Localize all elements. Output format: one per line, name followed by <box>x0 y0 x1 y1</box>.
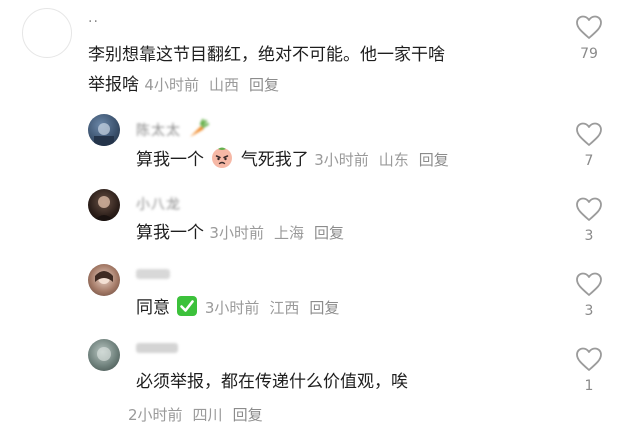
reply-location: 山东 <box>378 151 409 169</box>
reply-button[interactable]: 回复 <box>419 151 449 169</box>
like-count: 79 <box>580 46 598 62</box>
angry-face-emoji <box>212 147 233 168</box>
avatar[interactable] <box>88 114 120 146</box>
avatar[interactable] <box>88 189 120 221</box>
comment-text-line1: 李别想靠这节目翻红，绝对不可能。他一家干啥 <box>88 45 445 65</box>
comment-text-line2: 举报啥 <box>88 75 139 95</box>
heart-outline-icon <box>576 347 602 371</box>
reply-text-row: 算我一个 气死我了 3小时前 山东 回复 <box>136 145 459 174</box>
reply-username[interactable] <box>136 343 178 353</box>
avatar-image <box>94 196 114 221</box>
comment-meta: 4小时前 山西 回复 <box>144 76 289 94</box>
reply-button[interactable]: 回复 <box>309 299 339 317</box>
reply-text-row: 算我一个 3小时前 上海 回复 <box>136 220 354 247</box>
avatar[interactable] <box>22 8 72 58</box>
like-count: 1 <box>584 378 594 394</box>
like-button[interactable]: 3 <box>569 271 609 319</box>
reply-meta: 3小时前 江西 回复 <box>205 299 350 317</box>
avatar-image <box>94 123 114 146</box>
carrot-icon <box>190 119 210 137</box>
reply-text: 算我一个 <box>136 223 204 243</box>
check-mark-emoji <box>177 296 198 316</box>
reply-time: 2小时前 <box>128 406 183 424</box>
reply-time: 3小时前 <box>314 151 369 169</box>
comment-time: 4小时前 <box>144 76 199 94</box>
comment-location: 山西 <box>208 76 239 94</box>
like-count: 3 <box>584 303 594 319</box>
reply-button[interactable]: 回复 <box>233 406 263 424</box>
like-count: 3 <box>584 228 594 244</box>
reply-username-text: 陈太太 <box>136 123 181 139</box>
reply-location: 上海 <box>273 224 304 242</box>
like-count: 7 <box>584 153 594 169</box>
reply-meta: 3小时前 山东 回复 <box>314 151 459 169</box>
like-button[interactable]: 1 <box>569 346 609 394</box>
heart-outline-icon <box>576 197 602 221</box>
reply-username[interactable]: 陈太太 <box>136 119 210 140</box>
reply-meta: 2小时前 四川 回复 <box>128 404 273 425</box>
like-button[interactable]: 7 <box>569 121 609 169</box>
reply-text-2: 气死我了 <box>240 150 309 170</box>
reply-button[interactable]: 回复 <box>314 224 344 242</box>
reply-meta: 3小时前 上海 回复 <box>209 224 354 242</box>
heart-outline-icon <box>576 272 602 296</box>
reply-text-row: 同意 3小时前 江西 回复 <box>136 295 349 322</box>
reply-username[interactable] <box>136 269 170 279</box>
comment-username[interactable]: .. <box>88 10 99 26</box>
reply-text: 算我一个 <box>136 150 204 170</box>
reply-button[interactable]: 回复 <box>249 76 279 94</box>
avatar-image <box>97 347 111 361</box>
heart-outline-icon <box>576 15 602 39</box>
avatar[interactable] <box>88 264 120 296</box>
reply-text: 同意 <box>136 298 170 318</box>
avatar[interactable] <box>88 339 120 371</box>
reply-location: 江西 <box>269 299 300 317</box>
reply-text: 必须举报，都在传递什么价值观，唉 <box>136 372 408 392</box>
like-button[interactable]: 79 <box>569 14 609 62</box>
reply-username[interactable]: 小八龙 <box>136 194 181 214</box>
avatar-image <box>95 271 113 284</box>
reply-time: 3小时前 <box>209 224 264 242</box>
heart-outline-icon <box>576 122 602 146</box>
reply-time: 3小时前 <box>204 299 260 317</box>
like-button[interactable]: 3 <box>569 196 609 244</box>
comment-text-line2-row: 举报啥 4小时前 山西 回复 <box>88 72 289 99</box>
reply-location: 四川 <box>192 406 223 424</box>
